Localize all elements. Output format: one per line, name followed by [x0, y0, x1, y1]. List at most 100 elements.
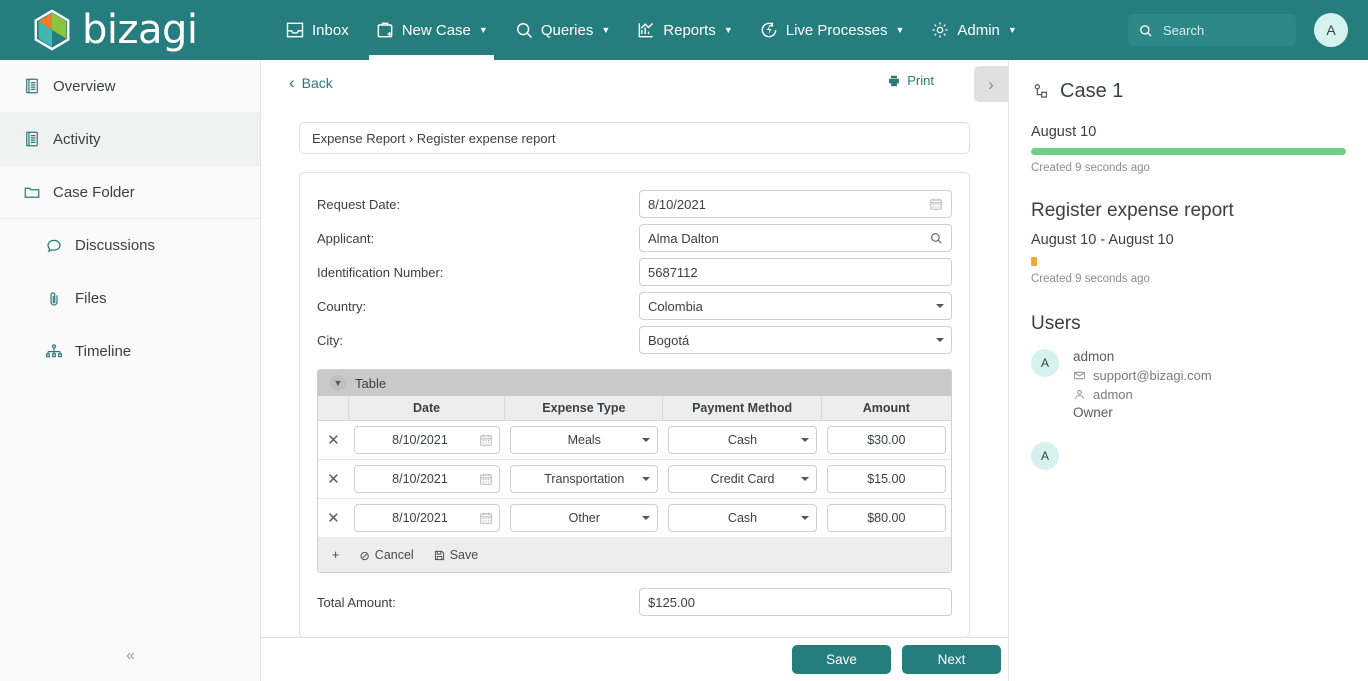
country-select[interactable]: Colombia	[639, 292, 952, 320]
list-item[interactable]: A admon support@bizagi.com admon Owner	[1031, 349, 1346, 420]
calendar-icon[interactable]	[479, 511, 493, 525]
nav-item-live-processes[interactable]: Live Processes ▼	[746, 0, 918, 60]
column-header-payment-method: Payment Method	[663, 396, 822, 420]
identification-number-input[interactable]: 5687112	[639, 258, 952, 286]
row-expense-type-select[interactable]: Meals	[510, 426, 659, 454]
nav-item-new-case[interactable]: New Case ▼	[362, 0, 501, 60]
case-title-text: Case 1	[1060, 80, 1124, 102]
field-country: Country: Colombia	[317, 289, 952, 323]
delete-row-button[interactable]: ✕	[327, 431, 340, 449]
print-button[interactable]: Print	[887, 73, 934, 88]
new-case-icon	[377, 22, 393, 38]
search-input[interactable]	[1161, 21, 1281, 39]
search-icon	[516, 23, 532, 39]
field-value: Bogotá	[648, 332, 690, 348]
delete-row-button[interactable]: ✕	[327, 509, 340, 527]
brand-name: bizagi	[82, 7, 198, 53]
total-amount-input[interactable]: $125.00	[639, 588, 952, 616]
calendar-icon[interactable]	[479, 472, 493, 486]
global-search[interactable]	[1128, 14, 1296, 46]
activity-date-range: August 10 - August 10	[1031, 232, 1174, 248]
row-date-input[interactable]: 8/10/2021	[353, 504, 501, 532]
sidebar-item-timeline[interactable]: Timeline	[0, 325, 260, 378]
sidebar-item-files[interactable]: Files	[0, 272, 260, 325]
nav-item-admin[interactable]: Admin ▼	[917, 0, 1029, 60]
back-button[interactable]: ‹ Back	[289, 74, 333, 91]
row-payment-method-select[interactable]: Credit Card	[668, 465, 817, 493]
table-title-bar[interactable]: ▼ Table	[318, 370, 951, 396]
nav-label-new-case: New Case	[401, 21, 471, 39]
search-icon[interactable]	[929, 231, 943, 245]
table-save-label: Save	[449, 548, 479, 562]
add-row-button[interactable]: +	[332, 548, 339, 562]
avatar: A	[1031, 442, 1059, 470]
nav-label-queries: Queries	[540, 21, 594, 39]
nav-label-live-processes: Live Processes	[785, 21, 888, 39]
cell-value: 8/10/2021	[392, 472, 448, 486]
sidebar-item-discussions[interactable]: Discussions	[0, 219, 260, 272]
back-label: Back	[301, 74, 333, 91]
chevron-right-icon: ›	[988, 74, 994, 94]
right-panel-toggle[interactable]: ›	[974, 66, 1008, 102]
table-title: Table	[355, 375, 387, 391]
sidebar-item-label: Activity	[53, 130, 101, 148]
table-cancel-label: Cancel	[374, 548, 414, 562]
gear-icon	[932, 22, 948, 38]
calendar-icon[interactable]	[929, 197, 943, 211]
next-button[interactable]: Next	[902, 645, 1001, 674]
cell-value: Credit Card	[710, 472, 775, 486]
timeline-icon	[46, 343, 62, 357]
sidebar-item-label: Files	[75, 290, 107, 307]
field-total-amount: Total Amount: $125.00	[317, 583, 952, 621]
city-select[interactable]: Bogotá	[639, 326, 952, 354]
sidebar-item-case-folder[interactable]: Case Folder	[0, 166, 260, 219]
users-section-title: Users	[1031, 313, 1081, 334]
delete-row-button[interactable]: ✕	[327, 470, 340, 488]
chevron-down-icon	[800, 477, 809, 481]
user-email-line: support@bizagi.com	[1073, 368, 1212, 383]
row-expense-type-select[interactable]: Transportation	[510, 465, 659, 493]
chevron-down-icon: ▼	[601, 24, 611, 35]
chevron-down-icon: ▼	[723, 24, 733, 35]
row-date-input[interactable]: 8/10/2021	[353, 465, 501, 493]
save-button[interactable]: Save	[792, 645, 891, 674]
row-payment-method-select[interactable]: Cash	[668, 504, 817, 532]
sidebar-item-activity[interactable]: Activity	[0, 113, 260, 166]
user-email: support@bizagi.com	[1093, 368, 1212, 383]
cell-value: Transportation	[544, 472, 625, 486]
row-expense-type-select[interactable]: Other	[510, 504, 659, 532]
applicant-input[interactable]: Alma Dalton	[639, 224, 952, 252]
main-header: ‹ Back Print ›	[261, 60, 1008, 105]
row-amount-input[interactable]: $30.00	[826, 426, 947, 454]
nav-label-reports: Reports	[663, 21, 716, 39]
calendar-icon[interactable]	[479, 433, 493, 447]
sidebar-item-overview[interactable]: Overview	[0, 60, 260, 113]
field-city: City: Bogotá	[317, 323, 952, 357]
row-payment-method-select[interactable]: Cash	[668, 426, 817, 454]
row-date-input[interactable]: 8/10/2021	[353, 426, 501, 454]
comment-icon	[47, 239, 61, 252]
sidebar-collapse-button[interactable]: «	[0, 639, 261, 673]
brand-logo[interactable]: bizagi	[32, 9, 260, 51]
list-item[interactable]: A	[1031, 442, 1346, 470]
cell-value: $30.00	[867, 433, 906, 447]
cell-value: Cash	[727, 433, 758, 447]
row-amount-input[interactable]: $80.00	[826, 504, 947, 532]
field-label: Identification Number:	[317, 264, 444, 280]
table-save-button[interactable]: Save	[434, 548, 479, 562]
field-label: Country:	[317, 298, 367, 314]
user-avatar[interactable]: A	[1314, 13, 1348, 47]
cell-value: 8/10/2021	[392, 511, 448, 525]
table-cancel-button[interactable]: ⊘ Cancel	[359, 548, 413, 563]
field-label: Applicant:	[317, 230, 375, 246]
nav-item-queries[interactable]: Queries ▼	[501, 0, 623, 60]
chevron-down-icon[interactable]: ▼	[330, 375, 346, 391]
nav-item-reports[interactable]: Reports ▼	[623, 0, 745, 60]
row-amount-input[interactable]: $15.00	[826, 465, 947, 493]
avatar: A	[1031, 349, 1059, 377]
request-date-input[interactable]: 8/10/2021	[639, 190, 952, 218]
field-identification-number: Identification Number: 5687112	[317, 255, 952, 289]
avatar-initial: A	[1040, 356, 1049, 370]
nav-item-inbox[interactable]: Inbox	[272, 0, 362, 60]
cancel-icon: ⊘	[359, 548, 370, 563]
